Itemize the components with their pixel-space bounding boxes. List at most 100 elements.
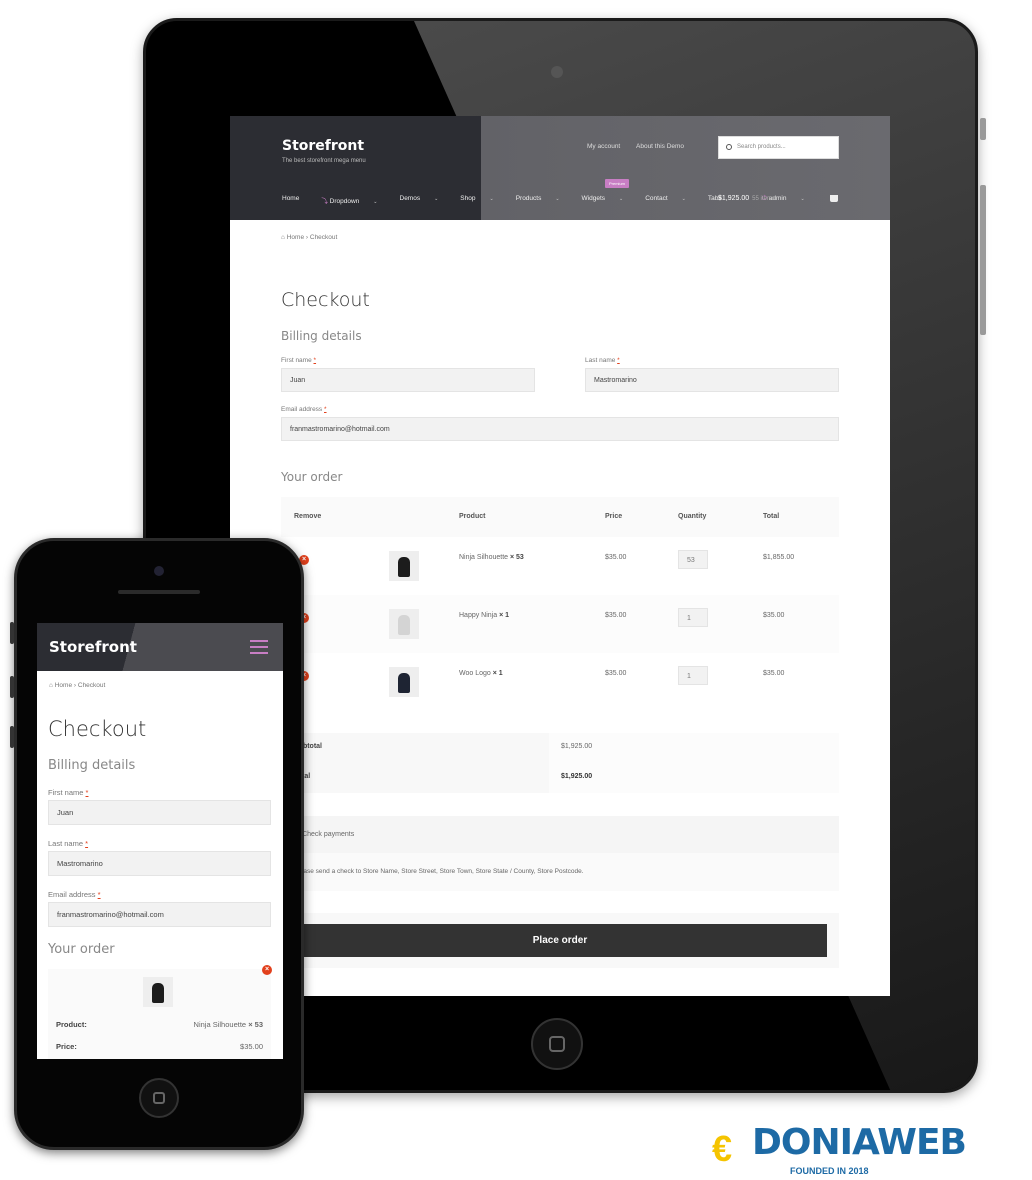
- line-total: $35.00: [763, 612, 785, 619]
- phone-header: Storefront: [37, 623, 283, 671]
- phone-billing-heading: Billing details: [48, 758, 136, 773]
- phone-page-title: Checkout: [48, 717, 147, 741]
- chevron-down-icon: ⌄: [434, 196, 439, 202]
- watermark-logo: DONIAWEB: [752, 1122, 967, 1163]
- first-name-field[interactable]: Juan: [281, 368, 535, 392]
- watermark-tagline: FOUNDED IN 2018: [790, 1166, 869, 1176]
- phone-side-button: [10, 622, 14, 644]
- search-input[interactable]: Search products...: [718, 136, 839, 159]
- order-heading: Your order: [281, 470, 343, 484]
- phone-breadcrumb: ⌂ Home › Checkout: [49, 682, 106, 689]
- product-label: Product:: [56, 1020, 87, 1029]
- nav-item-shop[interactable]: Shop ⌄: [460, 195, 504, 205]
- price-value: $35.00: [240, 1042, 263, 1051]
- basket-icon[interactable]: [830, 195, 838, 202]
- breadcrumb: ⌂ Home › Checkout: [281, 234, 338, 241]
- product-price: $35.00: [605, 612, 627, 619]
- tablet-screen: Storefront The best storefront mega menu…: [230, 116, 890, 996]
- product-thumbnail[interactable]: [389, 551, 419, 581]
- search-icon: [726, 144, 732, 150]
- remove-item-icon[interactable]: ×: [262, 965, 272, 975]
- watermark-euro-icon: €: [712, 1128, 733, 1169]
- product-price: $35.00: [605, 554, 627, 561]
- site-header: Storefront The best storefront mega menu…: [230, 116, 890, 220]
- menu-icon[interactable]: [250, 640, 268, 654]
- product-thumbnail[interactable]: [389, 667, 419, 697]
- place-order-button[interactable]: Place order: [293, 924, 827, 957]
- chevron-down-icon: ⌄: [555, 196, 560, 202]
- product-name[interactable]: Happy Ninja × 1: [459, 612, 509, 619]
- tablet-side-button: [980, 118, 986, 140]
- column-header: Remove: [294, 513, 322, 520]
- about-demo-link[interactable]: About this Demo: [636, 143, 684, 150]
- phone-first-name-label: First name *: [48, 788, 89, 797]
- table-row: × Happy Ninja × 1 $35.00 1 $35.00: [281, 595, 839, 653]
- nav-item-contact[interactable]: Contact ⌄: [645, 195, 697, 205]
- phone-side-button: [10, 676, 14, 698]
- phone-home-button[interactable]: [139, 1078, 179, 1118]
- line-total: $35.00: [763, 670, 785, 677]
- product-name[interactable]: Woo Logo × 1: [459, 670, 503, 677]
- phone-camera: [154, 566, 164, 576]
- phone-side-button: [10, 726, 14, 748]
- billing-heading: Billing details: [281, 329, 362, 343]
- nav-item-demos[interactable]: Demos ⌄: [400, 195, 450, 205]
- chevron-down-icon: ⌄: [800, 196, 805, 202]
- phone-site-title[interactable]: Storefront: [49, 638, 137, 656]
- order-totals: Subtotal $1,925.00 Total $1,925.00: [281, 733, 839, 793]
- column-header: Price: [605, 513, 623, 520]
- chevron-down-icon: ⌄: [681, 196, 686, 202]
- total-value: $1,925.00: [561, 773, 593, 780]
- product-name[interactable]: Ninja Silhouette × 53: [459, 554, 524, 561]
- product-thumbnail[interactable]: [143, 977, 173, 1007]
- subtotal-value: $1,925.00: [561, 743, 593, 750]
- phone-email-field[interactable]: franmastromarino@hotmail.com: [48, 902, 271, 927]
- phone-last-name-label: Last name *: [48, 839, 89, 848]
- quantity-input[interactable]: 53: [678, 550, 708, 569]
- nav-item-widgets[interactable]: Widgets ⌄: [582, 195, 635, 205]
- phone-speaker: [118, 590, 200, 594]
- tablet-camera: [551, 66, 563, 78]
- cart-summary[interactable]: $1,925.00 55 items: [718, 195, 775, 202]
- table-row: × Ninja Silhouette × 53 $35.00 53 $1,855…: [281, 537, 839, 595]
- line-total: $1,855.00: [763, 554, 795, 561]
- payment-box: ◉ Check payments Please send a check to …: [281, 816, 839, 891]
- nav-item-home[interactable]: Home: [282, 195, 310, 205]
- last-name-field[interactable]: Mastromarino: [585, 368, 839, 392]
- price-label: Price:: [56, 1042, 77, 1051]
- order-table: Remove Product Price Quantity Total × Ni…: [281, 497, 839, 711]
- quantity-input[interactable]: 1: [678, 666, 708, 685]
- product-value[interactable]: Ninja Silhouette × 53: [194, 1020, 263, 1029]
- payment-description: Please send a check to Store Name, Store…: [294, 868, 584, 875]
- chevron-down-icon: ⌄: [373, 199, 378, 205]
- chevron-down-icon: ⌄: [489, 196, 494, 202]
- dropdown-icon: ⤵: [321, 198, 330, 205]
- phone-screen: Storefront ⌂ Home › Checkout Checkout Bi…: [37, 623, 283, 1059]
- nav-item-products[interactable]: Products ⌄: [516, 195, 571, 205]
- premium-badge: Premium: [605, 179, 630, 188]
- email-label: Email address *: [281, 406, 327, 413]
- column-header: Quantity: [678, 513, 707, 520]
- column-header: Total: [763, 513, 780, 520]
- column-header: Product: [459, 513, 486, 520]
- product-price: $35.00: [605, 670, 627, 677]
- email-field[interactable]: franmastromarino@hotmail.com: [281, 417, 839, 441]
- chevron-down-icon: ⌄: [619, 196, 624, 202]
- breadcrumb-home[interactable]: Home: [287, 234, 304, 241]
- phone-first-name-field[interactable]: Juan: [48, 800, 271, 825]
- site-title[interactable]: Storefront: [282, 138, 364, 154]
- site-tagline: The best storefront mega menu: [282, 158, 366, 164]
- first-name-label: First name *: [281, 357, 317, 364]
- phone-order-item: × Product: Ninja Silhouette × 53 Price: …: [48, 965, 272, 1059]
- phone-order-heading: Your order: [48, 942, 115, 957]
- tablet-home-button[interactable]: [531, 1018, 583, 1070]
- quantity-input[interactable]: 1: [678, 608, 708, 627]
- my-account-link[interactable]: My account: [587, 143, 620, 150]
- page-title: Checkout: [281, 289, 370, 311]
- last-name-label: Last name *: [585, 357, 620, 364]
- nav-item-dropdown[interactable]: ⤵ Dropdown ⌄: [321, 195, 388, 205]
- phone-email-label: Email address *: [48, 890, 101, 899]
- phone-last-name-field[interactable]: Mastromarino: [48, 851, 271, 876]
- product-thumbnail[interactable]: [389, 609, 419, 639]
- tablet-side-button: [980, 185, 986, 335]
